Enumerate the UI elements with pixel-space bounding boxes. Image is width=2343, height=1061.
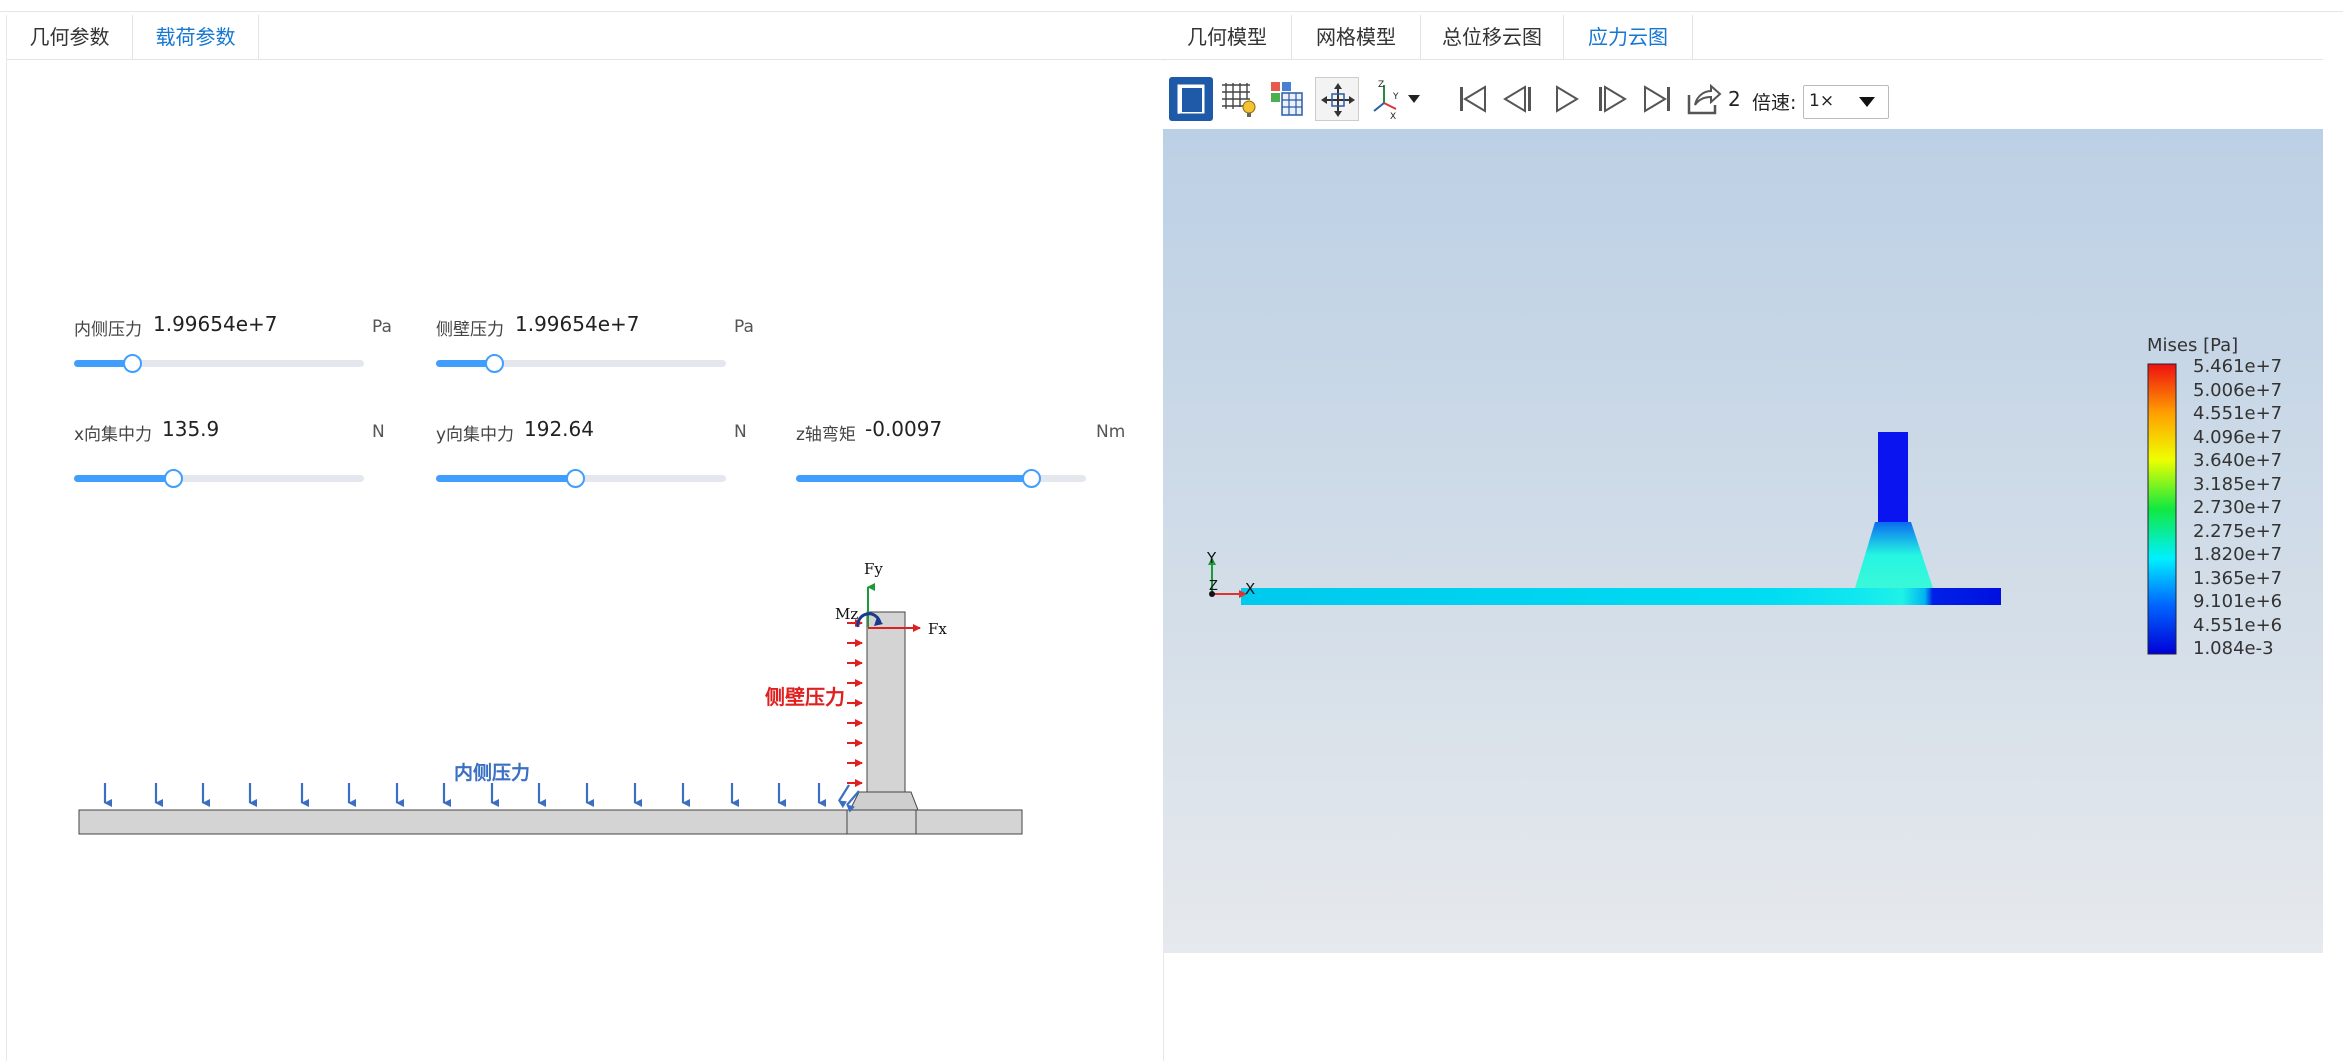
slider-value[interactable]: 135.9 xyxy=(162,417,219,441)
tab-displacement-contour[interactable]: 总位移云图 xyxy=(1421,15,1564,59)
wall-contour xyxy=(1878,432,1908,522)
colorbar-tick-label: 5.461e+7 xyxy=(2193,356,2283,377)
svg-text:Y: Y xyxy=(1392,92,1399,102)
wireframe-probe-icon[interactable] xyxy=(1216,77,1260,121)
top-divider xyxy=(0,11,2343,12)
load-diagram: Fy Fx Mz 侧壁压力 内侧压力 xyxy=(78,560,1023,835)
mz-arc xyxy=(856,612,882,628)
slider-thumb[interactable] xyxy=(163,469,183,488)
colorbar-tick-label: 4.096e+7 xyxy=(2193,426,2283,448)
slider-fill xyxy=(74,475,173,482)
slider-value[interactable]: 1.99654e+7 xyxy=(153,312,278,336)
base-plate xyxy=(78,809,1023,835)
slider-unit: Pa xyxy=(372,317,392,337)
weld-joint xyxy=(849,791,919,811)
colorbar-gradient xyxy=(2147,363,2177,655)
prev-frame-icon[interactable] xyxy=(1497,77,1541,121)
colorbar-tick-label: 5.006e+7 xyxy=(2193,379,2283,401)
colorbar-tick-label: 1.365e+7 xyxy=(2193,567,2283,589)
tab-geometry-model[interactable]: 几何模型 xyxy=(1163,15,1292,59)
colorbar-title: Mises [Pa] xyxy=(2147,335,2239,356)
colorbar-tick-label: 4.551e+6 xyxy=(2193,614,2283,636)
fx-label: Fx xyxy=(928,620,947,638)
play-icon[interactable] xyxy=(1543,77,1587,121)
slider-track[interactable] xyxy=(74,354,364,373)
slider-fill xyxy=(796,475,1031,482)
speed-value: 1× xyxy=(1809,91,1835,111)
slider-thumb[interactable] xyxy=(1021,469,1041,488)
stress-model xyxy=(1208,363,2177,655)
colorbar-tick-label: 9.101e+6 xyxy=(2193,591,2283,612)
side-wall xyxy=(866,611,906,793)
right-panel: 几何模型 网格模型 总位移云图 应力云图 ZYX 2 倍速: 1× Mises … xyxy=(1163,15,2323,1061)
slider-track[interactable] xyxy=(74,469,364,488)
last-frame-icon[interactable] xyxy=(1635,77,1679,121)
first-frame-icon[interactable] xyxy=(1451,77,1495,121)
axes-orientation-icon[interactable]: ZY X xyxy=(1366,77,1426,121)
side-pressure-label: 侧壁压力 xyxy=(765,685,845,709)
slider-thumb[interactable] xyxy=(485,354,504,373)
triad-z-label: Z xyxy=(1209,579,1218,594)
tab-geometry-params[interactable]: 几何参数 xyxy=(7,15,133,59)
slider-label: 侧壁压力 xyxy=(436,320,504,340)
slider-unit: N xyxy=(734,422,747,442)
chevron-down-icon xyxy=(1859,97,1875,107)
triad-x-label: X xyxy=(1245,580,1256,598)
slider-value[interactable]: -0.0097 xyxy=(865,417,942,441)
right-tab-bar: 几何模型 网格模型 总位移云图 应力云图 xyxy=(1163,15,2323,60)
next-frame-icon[interactable] xyxy=(1589,77,1633,121)
slider-thumb[interactable] xyxy=(123,354,142,373)
slider-label: 内侧压力 xyxy=(74,320,142,340)
slider-label: x向集中力 xyxy=(74,425,153,445)
colorbar-tick-label: 4.551e+7 xyxy=(2193,403,2283,424)
inner-pressure-label: 内侧压力 xyxy=(454,761,530,784)
colorbar-tick-label: 1.820e+7 xyxy=(2193,544,2283,565)
tab-load-params[interactable]: 载荷参数 xyxy=(133,15,259,59)
left-tab-bar: 几何参数 载荷参数 xyxy=(7,15,1163,60)
slider-label: z轴弯矩 xyxy=(796,425,856,445)
frame-number: 2 xyxy=(1728,87,1741,111)
speed-select[interactable]: 1× xyxy=(1803,85,1889,119)
triad-y-label: Y xyxy=(1207,549,1217,567)
fy-label: Fy xyxy=(864,560,883,578)
viewer-toolbar: ZY X 2 倍速: 1× xyxy=(1163,61,2323,129)
left-panel: 几何参数 载荷参数 内侧压力 1.99654e+7 Pa 侧壁压力 1.9965… xyxy=(6,15,1164,1061)
export-icon[interactable] xyxy=(1681,77,1725,121)
svg-text:Z: Z xyxy=(1378,80,1384,90)
slider-fill xyxy=(436,475,576,482)
weld-contour xyxy=(1855,522,1933,588)
colorbar-tick-label: 1.084e-3 xyxy=(2193,638,2274,659)
slider-unit: Pa xyxy=(734,317,754,337)
tab-mesh-model[interactable]: 网格模型 xyxy=(1292,15,1421,59)
slider-unit: Nm xyxy=(1096,422,1126,442)
colorbar-tick-label: 2.275e+7 xyxy=(2193,520,2283,542)
svg-text:X: X xyxy=(1390,112,1396,121)
side-pressure-arrows xyxy=(847,619,863,787)
inner-pressure-arrows xyxy=(103,783,860,813)
slider-thumb[interactable] xyxy=(566,469,586,488)
slider-label: y向集中力 xyxy=(436,425,515,445)
speed-label: 倍速: xyxy=(1752,92,1797,114)
mz-label: Mz xyxy=(835,605,858,623)
slider-value[interactable]: 1.99654e+7 xyxy=(515,312,640,336)
colorbar-tick-label: 3.185e+7 xyxy=(2193,473,2283,495)
fit-view-icon[interactable] xyxy=(1315,77,1359,121)
stress-contour-viewport[interactable]: Mises [Pa] 5.461e+7 5.006e+7 4.551e+7 4.096… xyxy=(1163,129,2323,953)
tab-stress-contour[interactable]: 应力云图 xyxy=(1564,15,1693,59)
slider-value[interactable]: 192.64 xyxy=(524,417,594,441)
colorbar-tick-label: 2.730e+7 xyxy=(2193,497,2283,518)
slider-track[interactable] xyxy=(796,469,1086,488)
plate-contour xyxy=(1241,588,2001,605)
slider-track[interactable] xyxy=(436,469,726,488)
solid-view-icon[interactable] xyxy=(1169,77,1213,121)
colorbar-tick-label: 3.640e+7 xyxy=(2193,450,2283,471)
slider-unit: N xyxy=(372,422,385,442)
mesh-layers-icon[interactable] xyxy=(1265,77,1309,121)
slider-track[interactable] xyxy=(436,354,726,373)
